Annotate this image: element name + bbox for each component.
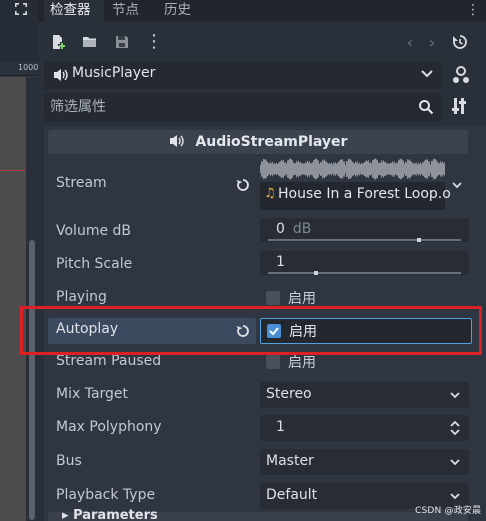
- max-polyphony-value: 1: [276, 419, 285, 435]
- open-folder-icon[interactable]: [80, 32, 100, 52]
- save-icon[interactable]: [112, 32, 132, 52]
- pitch-scale-label: Pitch Scale: [56, 256, 133, 272]
- chevron-down-icon[interactable]: [451, 180, 463, 192]
- volume-db-value: 0: [276, 221, 285, 237]
- node-selector[interactable]: MusicPlayer: [44, 61, 442, 89]
- stream-paused-enable-text: 启用: [288, 355, 316, 371]
- ruler-label: 1000: [18, 63, 39, 72]
- revert-icon[interactable]: [235, 177, 251, 193]
- parameters-section-name: Parameters: [73, 508, 158, 521]
- bus-label: Bus: [56, 453, 82, 469]
- mix-target-label: Mix Target: [56, 386, 129, 402]
- volume-db-value-text: 0 dB: [276, 221, 311, 237]
- tab-history-label: 历史: [164, 2, 191, 18]
- volume-slider-track[interactable]: [268, 239, 461, 241]
- tab-node-label: 节点: [112, 2, 139, 18]
- speaker-icon: [169, 135, 184, 147]
- dock-menu-icon[interactable]: ⋮: [466, 2, 480, 18]
- node-settings-icon[interactable]: [450, 64, 472, 86]
- viewport-scroll-thumb[interactable]: [29, 240, 35, 520]
- stream-paused-label: Stream Paused: [56, 353, 162, 369]
- pitch-scale-value: 1: [276, 254, 285, 270]
- stream-file-name: House In a Forest Loop.o: [278, 186, 451, 202]
- tab-inspector[interactable]: 检查器: [44, 0, 104, 22]
- volume-db-suffix: dB: [292, 221, 312, 237]
- playing-label: Playing: [56, 289, 107, 305]
- playing-checkbox[interactable]: [266, 291, 280, 305]
- chevron-down-icon: [450, 392, 460, 399]
- volume-slider-grabber[interactable]: [416, 238, 421, 242]
- inspector-toolbar: ⋮ ‹ ›: [38, 28, 486, 56]
- max-polyphony-label: Max Polyphony: [56, 419, 162, 435]
- mix-target-dropdown[interactable]: Stereo: [260, 382, 469, 408]
- class-name: AudioStreamPlayer: [195, 134, 348, 150]
- new-resource-icon[interactable]: [48, 32, 68, 52]
- mix-target-value: Stereo: [266, 386, 312, 402]
- parameters-section-label: ▸ Parameters: [62, 508, 158, 521]
- inspector-panel: 检查器 节点 历史 ⋮ ⋮ ‹ › MusicPlayer 筛选属性 Audio…: [38, 0, 486, 521]
- watermark: CSDN @政安晨: [415, 506, 482, 516]
- tab-inspector-label: 检查器: [50, 2, 91, 18]
- viewport-canvas[interactable]: [0, 77, 26, 521]
- history-back-icon[interactable]: ‹: [400, 32, 420, 52]
- bus-dropdown[interactable]: Master: [260, 449, 469, 475]
- node-name: MusicPlayer: [72, 65, 156, 81]
- volume-db-spinbox[interactable]: 0 dB: [260, 218, 469, 242]
- music-file-icon: ♫: [264, 186, 276, 201]
- object-history-icon[interactable]: [450, 32, 470, 52]
- filter-properties-input[interactable]: [50, 93, 410, 121]
- tab-node[interactable]: 节点: [112, 0, 148, 22]
- more-options-icon[interactable]: ⋮: [144, 32, 164, 52]
- dock-tab-bar: 检查器 节点 历史 ⋮: [38, 0, 486, 22]
- playback-type-label: Playback Type: [56, 487, 156, 503]
- pitch-slider-track[interactable]: [268, 272, 461, 274]
- stream-label: Stream: [56, 175, 107, 191]
- tools-icon[interactable]: [452, 97, 468, 115]
- playing-enable-text: 启用: [288, 291, 316, 307]
- viewport-axis-line: [0, 170, 26, 171]
- speaker-icon: [54, 69, 68, 81]
- stream-paused-checkbox[interactable]: [266, 355, 280, 369]
- fullscreen-icon[interactable]: [13, 1, 29, 17]
- filter-field[interactable]: [44, 93, 442, 121]
- max-polyphony-spinbox[interactable]: 1: [260, 415, 469, 441]
- annotation-highlight-frame: [20, 306, 482, 355]
- search-icon: [419, 100, 434, 115]
- chevron-down-icon: [421, 70, 433, 78]
- audio-waveform-preview: [260, 158, 445, 180]
- tab-history[interactable]: 历史: [164, 0, 200, 22]
- playback-type-value: Default: [266, 487, 318, 503]
- pitch-scale-spinbox[interactable]: 1: [260, 251, 469, 275]
- class-section-header[interactable]: AudioStreamPlayer: [48, 130, 468, 154]
- pitch-slider-grabber[interactable]: [314, 271, 319, 275]
- stream-file-field[interactable]: ♫ House In a Forest Loop.o: [260, 182, 451, 210]
- ruler: 1000: [0, 62, 38, 76]
- bus-value: Master: [266, 453, 314, 469]
- viewport-strip: 1000: [0, 0, 38, 521]
- stream-resource-picker[interactable]: ♫ House In a Forest Loop.o: [260, 156, 469, 212]
- updown-arrows-icon[interactable]: [449, 420, 461, 436]
- volume-db-label: Volume dB: [56, 223, 132, 239]
- history-forward-icon[interactable]: ›: [422, 32, 442, 52]
- parameters-section-header[interactable]: ▸ Parameters: [48, 508, 468, 521]
- chevron-down-icon: [450, 493, 460, 500]
- chevron-down-icon: [450, 459, 460, 466]
